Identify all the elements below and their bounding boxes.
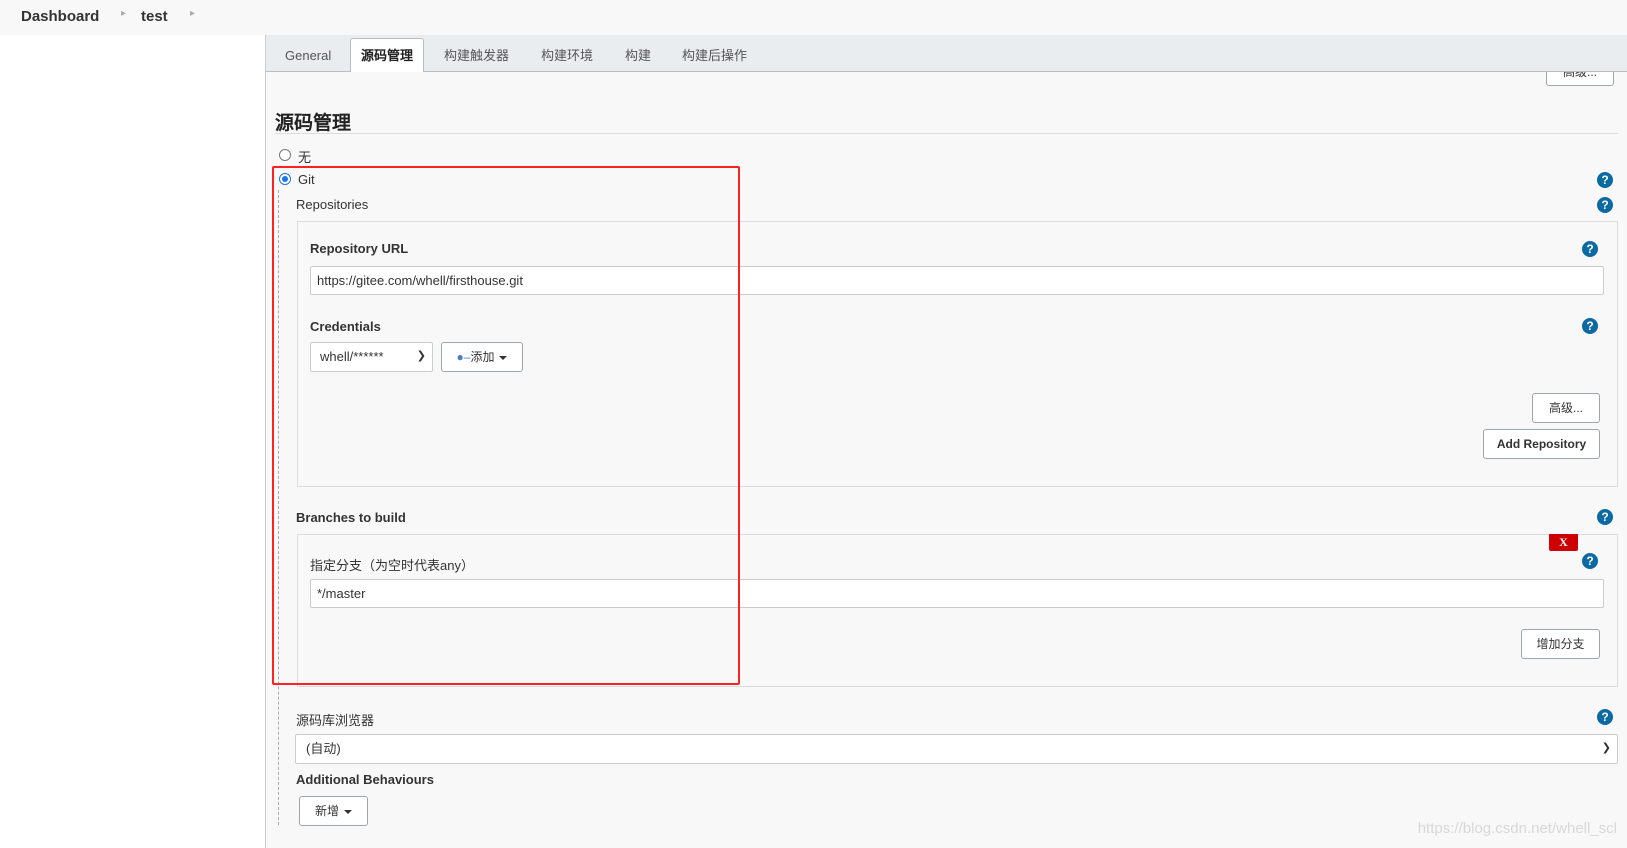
behaviours-label: Additional Behaviours: [296, 772, 434, 787]
breadcrumb-test[interactable]: test: [141, 8, 168, 25]
new-label: 新增: [314, 804, 339, 818]
radio-none[interactable]: [279, 149, 291, 161]
radio-none-label: 无: [298, 150, 312, 165]
browser-select[interactable]: (自动) ❯: [295, 734, 1618, 764]
help-icon[interactable]: ?: [1597, 197, 1613, 213]
highlight-box: [272, 166, 740, 685]
breadcrumb-separator-icon: ▸: [121, 8, 127, 19]
divider: [275, 133, 1618, 134]
section-title: 源码管理: [275, 113, 352, 134]
browser-value: (自动): [306, 741, 341, 756]
help-icon[interactable]: ?: [1597, 709, 1613, 725]
add-branch-button[interactable]: 增加分支: [1521, 629, 1600, 659]
help-icon[interactable]: ?: [1582, 318, 1598, 334]
help-icon[interactable]: ?: [1582, 241, 1598, 257]
tab-general[interactable]: General: [275, 39, 341, 72]
breadcrumb-dashboard[interactable]: Dashboard: [21, 8, 99, 25]
tab-post-build[interactable]: 构建后操作: [672, 39, 757, 72]
tab-triggers[interactable]: 构建触发器: [434, 39, 519, 72]
breadcrumb-separator-icon: ▸: [190, 8, 196, 19]
delete-branch-button[interactable]: X: [1549, 534, 1578, 551]
tab-scm[interactable]: 源码管理: [350, 38, 425, 72]
add-repository-button[interactable]: Add Repository: [1483, 429, 1600, 459]
tab-build[interactable]: 构建: [615, 39, 661, 72]
help-icon[interactable]: ?: [1597, 172, 1613, 188]
browser-label: 源码库浏览器: [296, 713, 375, 728]
watermark: https://blog.csdn.net/whell_scl: [1417, 820, 1617, 837]
caret-down-icon: [344, 809, 352, 814]
tab-environment[interactable]: 构建环境: [531, 39, 603, 72]
chevron-down-icon: ❯: [1601, 742, 1611, 754]
add-behaviour-button[interactable]: 新增: [299, 796, 368, 826]
help-icon[interactable]: ?: [1582, 553, 1598, 569]
help-icon[interactable]: ?: [1597, 509, 1613, 525]
breadcrumb-bar: [0, 0, 1627, 35]
advanced-button[interactable]: 高级...: [1532, 393, 1600, 423]
